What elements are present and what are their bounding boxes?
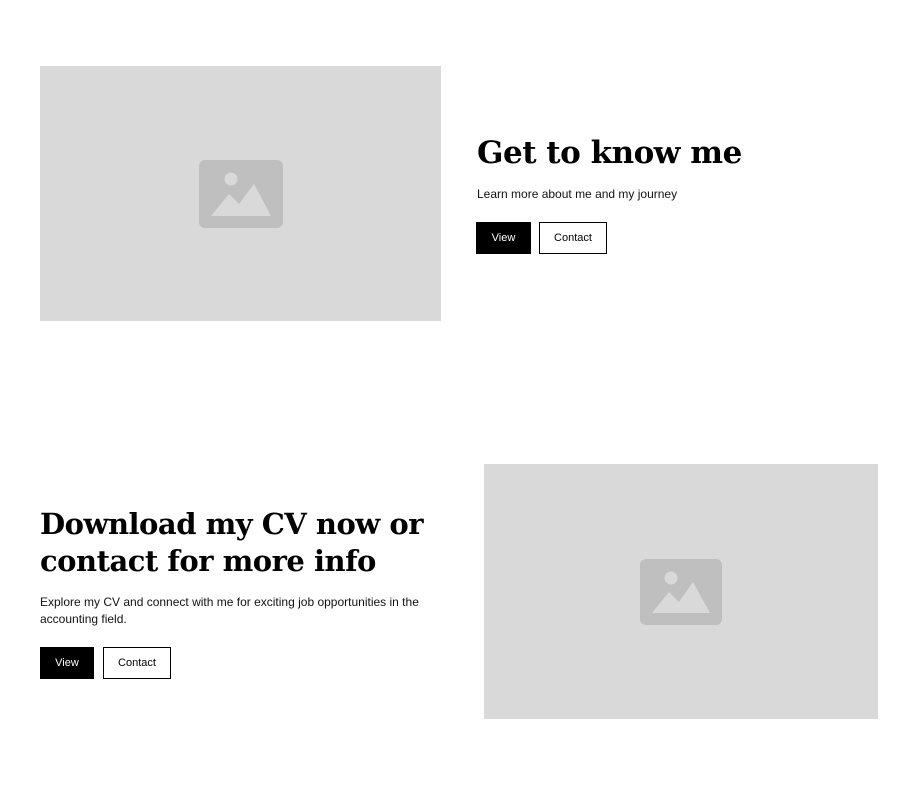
- image-placeholder-icon: [640, 558, 722, 625]
- about-description: Learn more about me and my journey: [477, 187, 678, 201]
- about-image-placeholder: [40, 66, 441, 321]
- cv-description: Explore my CV and connect with me for ex…: [40, 595, 419, 626]
- about-heading: Get to know me: [477, 135, 742, 171]
- cv-heading: Download my CV now or contact for more i…: [40, 507, 423, 578]
- about-view-button[interactable]: View: [476, 222, 531, 254]
- cv-view-button[interactable]: View: [40, 647, 94, 679]
- cv-image-placeholder: [484, 464, 878, 719]
- cv-contact-button[interactable]: Contact: [103, 647, 171, 679]
- about-contact-button[interactable]: Contact: [539, 222, 607, 254]
- image-placeholder-icon: [198, 159, 283, 228]
